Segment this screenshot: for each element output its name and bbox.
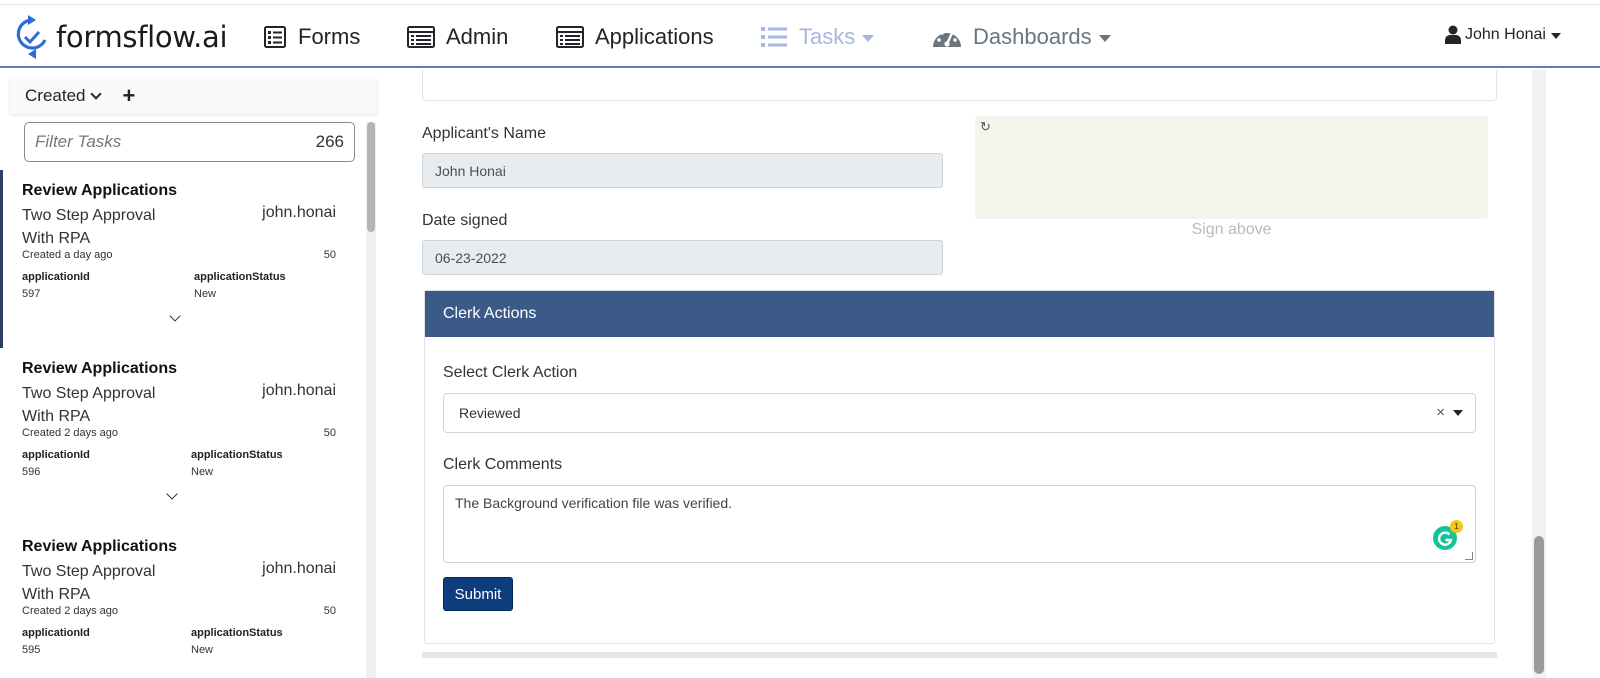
top-navbar: formsflow.ai Forms Admin Applications Ta…: [0, 4, 1600, 68]
clerk-actions-panel: Clerk Actions Select Clerk Action Review…: [424, 290, 1495, 644]
applicant-name-field: John Honai: [422, 153, 943, 188]
task-list-header: Created +: [10, 78, 377, 114]
task-assignee: john.honai: [262, 204, 336, 221]
task-title: Review Applications: [22, 360, 177, 377]
dashboard-gauge-icon: [933, 28, 961, 47]
nav-applications[interactable]: Applications: [556, 19, 714, 55]
sort-label: Created: [25, 86, 86, 105]
nav-admin-label: Admin: [446, 24, 509, 49]
task-var-key: applicationStatus: [191, 627, 283, 639]
expand-chevron-icon[interactable]: [169, 310, 181, 322]
task-card[interactable]: Review Applications Two Step Approval Wi…: [0, 348, 364, 526]
task-title: Review Applications: [22, 538, 177, 555]
nav-forms[interactable]: Forms: [263, 19, 360, 55]
nav-dashboards-caret-icon: [1098, 34, 1111, 42]
grammarly-icon[interactable]: 1: [1433, 520, 1463, 550]
signature-pad[interactable]: ↻: [975, 116, 1488, 219]
resize-handle-icon[interactable]: [1465, 552, 1473, 560]
submit-button[interactable]: Submit: [443, 577, 513, 611]
clerk-action-select[interactable]: Reviewed ×: [443, 393, 1476, 433]
task-sidebar: Created + 266 Review Applications Two St…: [0, 70, 377, 678]
nav-dashboards-label: Dashboards: [973, 24, 1092, 49]
chevron-down-icon: [90, 88, 103, 100]
nav-tasks-label: Tasks: [799, 24, 856, 49]
clerk-comments-value: The Background verification file was ver…: [455, 495, 733, 511]
sidebar-scrollbar-thumb[interactable]: [367, 122, 375, 232]
task-form-area: Applicant's Name John Honai Date signed …: [410, 70, 1530, 678]
task-var-value: 596: [22, 466, 41, 478]
select-caret-icon[interactable]: [1453, 410, 1463, 416]
brand-logo[interactable]: formsflow.ai: [14, 13, 228, 61]
app-root: formsflow.ai Forms Admin Applications Ta…: [0, 0, 1600, 678]
clerk-comments-textarea[interactable]: The Background verification file was ver…: [443, 485, 1476, 563]
nav-applications-label: Applications: [595, 24, 714, 49]
nav-tasks[interactable]: Tasks: [760, 19, 875, 55]
brand-name: formsflow.ai: [56, 20, 228, 54]
applicant-name-label: Applicant's Name: [422, 125, 546, 142]
nav-forms-label: Forms: [298, 24, 361, 49]
select-clerk-action-label: Select Clerk Action: [443, 364, 578, 381]
admin-icon: [407, 26, 435, 48]
refresh-icon[interactable]: ↻: [980, 119, 991, 135]
task-card[interactable]: Review Applications Two Step Approval Wi…: [0, 170, 364, 348]
user-caret-icon: [1550, 32, 1561, 39]
task-created: Created 2 days ago: [22, 605, 119, 617]
filter-tasks-input[interactable]: [35, 132, 316, 152]
task-list: Review Applications Two Step Approval Wi…: [0, 170, 364, 678]
task-process: Two Step Approval With RPA: [22, 385, 156, 425]
task-created: Created a day ago: [22, 249, 113, 261]
task-count: 266: [315, 132, 344, 151]
user-icon: [1445, 25, 1461, 44]
task-var-value: New: [191, 644, 214, 656]
user-name: John Honai: [1465, 25, 1546, 43]
date-signed-field: 06-23-2022: [422, 240, 943, 275]
task-var-value: New: [194, 288, 217, 300]
add-sort-plus-icon[interactable]: +: [122, 85, 135, 107]
task-var-key: applicationId: [22, 627, 90, 639]
main-scrollbar[interactable]: [1532, 70, 1546, 678]
task-process: Two Step Approval With RPA: [22, 207, 156, 247]
previous-field-fragment: [422, 70, 1497, 101]
sort-dropdown[interactable]: Created: [25, 86, 103, 106]
nav-dashboards[interactable]: Dashboards: [932, 19, 1111, 55]
nav-admin[interactable]: Admin: [407, 19, 508, 55]
nav-tasks-caret-icon: [862, 34, 875, 42]
task-priority: 50: [323, 249, 336, 261]
task-var-key: applicationStatus: [191, 449, 283, 461]
next-section-fragment: [422, 652, 1497, 658]
task-created: Created 2 days ago: [22, 427, 119, 439]
task-var-value: 597: [22, 288, 41, 300]
clear-selection-icon[interactable]: ×: [1436, 404, 1445, 421]
clerk-action-value: Reviewed: [459, 405, 521, 421]
task-title: Review Applications: [22, 182, 177, 199]
task-var-key: applicationId: [22, 271, 90, 283]
task-var-value: New: [191, 466, 214, 478]
clerk-comments-label: Clerk Comments: [443, 456, 563, 473]
task-priority: 50: [323, 605, 336, 617]
sidebar-scrollbar[interactable]: [366, 122, 376, 678]
date-signed-label: Date signed: [422, 212, 508, 229]
user-menu[interactable]: John Honai: [1445, 25, 1561, 44]
forms-icon: [264, 26, 286, 48]
task-var-key: applicationStatus: [194, 271, 286, 283]
signature-caption: Sign above: [1191, 221, 1272, 238]
filter-tasks-box: 266: [24, 122, 355, 162]
grammarly-count-badge: 1: [1450, 520, 1463, 533]
applications-icon: [556, 26, 584, 48]
task-process: Two Step Approval With RPA: [22, 563, 156, 603]
expand-chevron-icon[interactable]: [166, 488, 178, 500]
task-var-key: applicationId: [22, 449, 90, 461]
formsflow-logo-icon: [16, 15, 47, 59]
task-priority: 50: [323, 427, 336, 439]
clerk-actions-header: Clerk Actions: [425, 291, 1494, 337]
task-assignee: john.honai: [262, 382, 336, 399]
task-var-value: 595: [22, 644, 41, 656]
main-scrollbar-thumb[interactable]: [1534, 536, 1544, 674]
tasks-list-icon: [761, 27, 787, 47]
task-assignee: john.honai: [262, 560, 336, 577]
task-card[interactable]: Review Applications Two Step Approval Wi…: [0, 526, 364, 678]
